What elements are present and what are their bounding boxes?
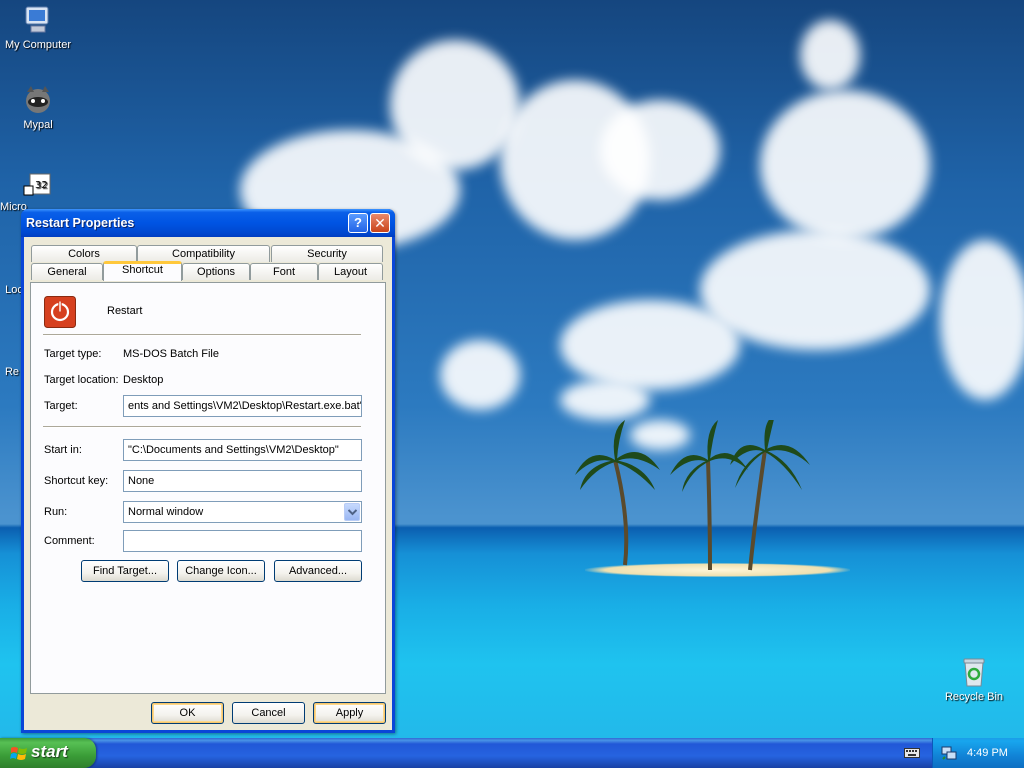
start-button[interactable]: start [0, 738, 96, 768]
cloud [760, 90, 930, 240]
tab-label: Shortcut [122, 264, 163, 276]
start-in-label: Start in: [44, 444, 82, 456]
target-label: Target: [44, 400, 78, 412]
desktop-icon-label: My Computer [4, 39, 72, 51]
run-label: Run: [44, 506, 68, 518]
separator [43, 334, 361, 336]
recycle-bin-icon [958, 656, 990, 688]
cloud [560, 380, 650, 420]
close-icon: ✕ [374, 215, 386, 231]
change-icon-button[interactable]: Change Icon... [177, 560, 265, 582]
target-input[interactable]: ents and Settings\VM2\Desktop\Restart.ex… [123, 395, 362, 417]
window-title: Restart Properties [26, 216, 135, 230]
cloud [940, 240, 1024, 400]
keyboard-icon[interactable] [904, 746, 920, 760]
desktop-icon-micro[interactable]: 32 Micro [0, 166, 76, 213]
cloud [600, 100, 720, 200]
cloud [560, 300, 740, 390]
restart-icon [44, 296, 76, 328]
apply-button[interactable]: Apply [313, 702, 386, 724]
tab-colors[interactable]: Colors [31, 245, 137, 262]
desktop-icon-label: Mypal [23, 119, 53, 131]
ok-button[interactable]: OK [151, 702, 224, 724]
network-icon[interactable] [941, 745, 957, 761]
tab-label: Font [272, 266, 295, 278]
target-type-value: MS-DOS Batch File [123, 348, 219, 360]
target-type-label: Target type: [44, 348, 102, 360]
desktop-icon-label: Recycle Bin [944, 691, 1004, 703]
tab-compatibility[interactable]: Compatibility [137, 245, 270, 262]
target-location-label: Target location: [44, 374, 119, 386]
tab-shortcut[interactable]: Shortcut [103, 261, 182, 281]
comment-label: Comment: [44, 535, 95, 547]
tab-label: Options [197, 266, 235, 278]
run-dropdown[interactable]: Normal window [123, 501, 362, 523]
clock: 4:49 PM [967, 747, 1008, 759]
app-icon: 32 [22, 166, 54, 198]
close-button[interactable]: ✕ [370, 213, 390, 233]
taskbar: start 4:49 PM [0, 738, 1024, 768]
cancel-button[interactable]: Cancel [232, 702, 305, 724]
tab-label: Colors [68, 248, 100, 260]
chevron-down-icon[interactable] [344, 503, 360, 521]
computer-icon [22, 4, 54, 36]
desktop-icon-my-computer[interactable]: My Computer [0, 4, 76, 51]
tab-label: Compatibility [172, 248, 235, 260]
tab-label: General [47, 266, 87, 278]
palm-trees [575, 420, 810, 571]
target-location-value: Desktop [123, 374, 164, 386]
windows-logo-icon [10, 747, 27, 760]
question-icon: ? [354, 215, 362, 230]
start-in-input[interactable]: "C:\Documents and Settings\VM2\Desktop" [123, 439, 362, 461]
tab-options[interactable]: Options [182, 263, 250, 280]
comment-input[interactable] [123, 530, 362, 552]
svg-text:32: 32 [35, 180, 48, 191]
shortcut-tab-panel: Restart Target type: MS-DOS Batch File T… [30, 282, 386, 694]
desktop-icon-mypal[interactable]: Mypal [0, 84, 76, 131]
shortcut-key-label: Shortcut key: [44, 475, 109, 487]
tab-security[interactable]: Security [271, 245, 383, 262]
tab-label: Layout [333, 266, 368, 278]
cloud [800, 20, 860, 90]
run-dropdown-value: Normal window [128, 506, 204, 518]
cloud [440, 340, 520, 410]
desktop-icon-recycle-bin[interactable]: Recycle Bin [936, 656, 1012, 703]
separator [43, 426, 361, 428]
title-bar[interactable]: Restart Properties ? ✕ [21, 209, 395, 237]
tab-layout[interactable]: Layout [318, 263, 383, 280]
start-label: start [31, 742, 68, 761]
tab-label: Security [307, 248, 347, 260]
advanced-button[interactable]: Advanced... [274, 560, 362, 582]
window-client: Colors Compatibility Security General Sh… [24, 237, 392, 730]
raccoon-icon [22, 84, 54, 116]
tab-general[interactable]: General [31, 263, 103, 280]
properties-window: Restart Properties ? ✕ Colors Compatibil… [21, 209, 395, 733]
find-target-button[interactable]: Find Target... [81, 560, 169, 582]
shortcut-key-input[interactable]: None [123, 470, 362, 492]
shortcut-name: Restart [107, 305, 143, 317]
tab-font[interactable]: Font [250, 263, 318, 280]
help-button[interactable]: ? [348, 213, 368, 233]
